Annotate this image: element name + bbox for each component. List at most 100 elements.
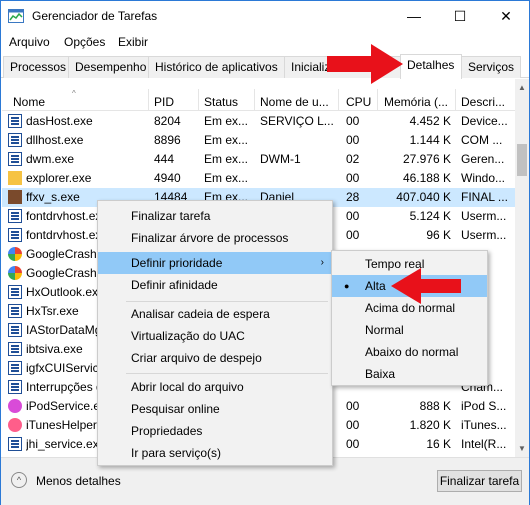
menu-analisar-cadeia[interactable]: Analisar cadeia de espera [98,303,332,325]
cell-desc: iPod S... [461,399,507,413]
menu-definir-prioridade[interactable]: Definir prioridade › [98,252,332,274]
cell-cpu: 00 [346,228,360,242]
process-name: explorer.exe [26,171,92,185]
selected-bullet-icon: ● [344,281,350,291]
table-row[interactable]: dwm.exe 444 Em ex... DWM-1 02 27.976 K Geren..… [2,150,516,169]
priority-baixa[interactable]: Baixa [332,363,487,385]
tab-historico[interactable]: Histórico de aplicativos [148,56,285,78]
tab-servicos[interactable]: Serviços [461,56,521,78]
cell-mem: 27.976 K [402,152,451,166]
window-icon [8,285,22,299]
menu-definir-afinidade[interactable]: Definir afinidade [98,274,332,296]
process-name: dwm.exe [26,152,75,166]
window-icon [8,323,22,337]
priority-abaixo-normal[interactable]: Abaixo do normal [332,341,487,363]
scroll-down-icon[interactable]: ▼ [515,440,529,457]
window-icon [8,304,22,318]
col-memoria[interactable]: Memória (... [384,95,448,109]
sort-ascending-icon: ^ [72,89,76,98]
menu-opcoes[interactable]: Opções [64,35,105,49]
menu-pesquisar-online[interactable]: Pesquisar online [98,398,332,420]
cell-mem: 46.188 K [402,171,451,185]
cell-mem: 5.124 K [409,209,451,223]
ipod-icon [8,399,22,413]
cell-cpu: 02 [346,152,360,166]
col-cpu[interactable]: CPU [346,95,371,109]
cell-mem: 1.144 K [409,133,451,147]
menu-finalizar-arvore[interactable]: Finalizar árvore de processos [98,227,332,249]
scroll-up-icon[interactable]: ▲ [515,79,529,96]
cell-desc: FINAL ... [461,190,508,204]
task-manager-icon [8,9,24,23]
col-status[interactable]: Status [204,95,238,109]
cell-desc: Windo... [461,171,506,185]
title-bar: Gerenciador de Tarefas — ☐ ✕ [1,1,529,31]
scroll-thumb[interactable] [517,144,527,176]
close-button[interactable]: ✕ [483,1,529,31]
itunes-icon [8,418,22,432]
window-icon [8,152,22,166]
tab-detalhes[interactable]: Detalhes [400,54,462,79]
cell-desc: COM ... [461,133,503,147]
col-usuario[interactable]: Nome de u... [260,95,329,109]
less-details-link[interactable]: Menos detalhes [36,474,121,488]
priority-alta-label: Alta [365,279,386,293]
chevron-up-icon[interactable]: ^ [11,472,27,488]
window-icon [8,437,22,451]
menu-propriedades[interactable]: Propriedades [98,420,332,442]
cell-desc: Intel(R... [461,437,507,451]
window-icon [8,133,22,147]
cell-pid: 8896 [154,133,181,147]
tab-desempenho[interactable]: Desempenho [68,56,149,78]
cell-mem: 16 K [426,437,451,451]
menu-definir-prioridade-label: Definir prioridade [131,256,223,270]
priority-normal[interactable]: Normal [332,319,487,341]
cell-mem: 96 K [426,228,451,242]
cell-desc: Userm... [461,209,507,223]
google-icon [8,247,22,261]
folder-icon [8,171,22,185]
game-icon [8,190,22,204]
menu-virtualizacao-uac[interactable]: Virtualização do UAC [98,325,332,347]
menu-exibir[interactable]: Exibir [118,35,148,49]
cell-cpu: 00 [346,418,360,432]
menu-ir-para-servicos[interactable]: Ir para serviço(s) [98,442,332,464]
cell-status: Em ex... [204,152,249,166]
table-row[interactable]: explorer.exe 4940 Em ex... 00 46.188 K Windo.… [2,169,516,188]
window-title: Gerenciador de Tarefas [32,9,158,23]
menu-criar-despejo[interactable]: Criar arquivo de despejo [98,347,332,369]
cell-desc: Userm... [461,228,507,242]
tab-processos[interactable]: Processos [3,56,69,78]
red-arrow-icon [327,44,403,84]
window-icon [8,228,22,242]
col-descricao[interactable]: Descri... [461,95,505,109]
context-menu: Finalizar tarefa Finalizar árvore de pro… [97,200,333,466]
cell-pid: 4940 [154,171,181,185]
col-pid[interactable]: PID [154,95,174,109]
cell-cpu: 00 [346,209,360,223]
cell-desc: iTunes... [461,418,507,432]
cell-desc: Device... [461,114,508,128]
table-row[interactable]: dasHost.exe 8204 Em ex... SERVIÇO L... 00 4.4… [2,112,516,131]
maximize-button[interactable]: ☐ [437,1,483,31]
menu-arquivo[interactable]: Arquivo [9,35,50,49]
menu-divider [126,301,328,302]
col-nome[interactable]: Nome [13,95,45,109]
table-row[interactable]: dllhost.exe 8896 Em ex... 00 1.144 K COM ... [2,131,516,150]
window-icon [8,114,22,128]
minimize-icon: — [407,8,421,24]
menu-abrir-local[interactable]: Abrir local do arquivo [98,376,332,398]
cell-pid: 8204 [154,114,181,128]
cell-cpu: 00 [346,133,360,147]
menu-finalizar-tarefa[interactable]: Finalizar tarefa [98,205,332,227]
minimize-button[interactable]: — [391,1,437,31]
menu-divider [126,373,328,374]
finish-task-button[interactable]: Finalizar tarefa [437,470,522,492]
cell-mem: 1.820 K [409,418,451,432]
process-name: dllhost.exe [26,133,84,147]
vertical-scrollbar[interactable]: ▲ ▼ [515,79,529,457]
cell-mem: 888 K [419,399,451,413]
cell-cpu: 28 [346,190,360,204]
cell-cpu: 00 [346,399,360,413]
red-arrow-icon [391,268,461,304]
